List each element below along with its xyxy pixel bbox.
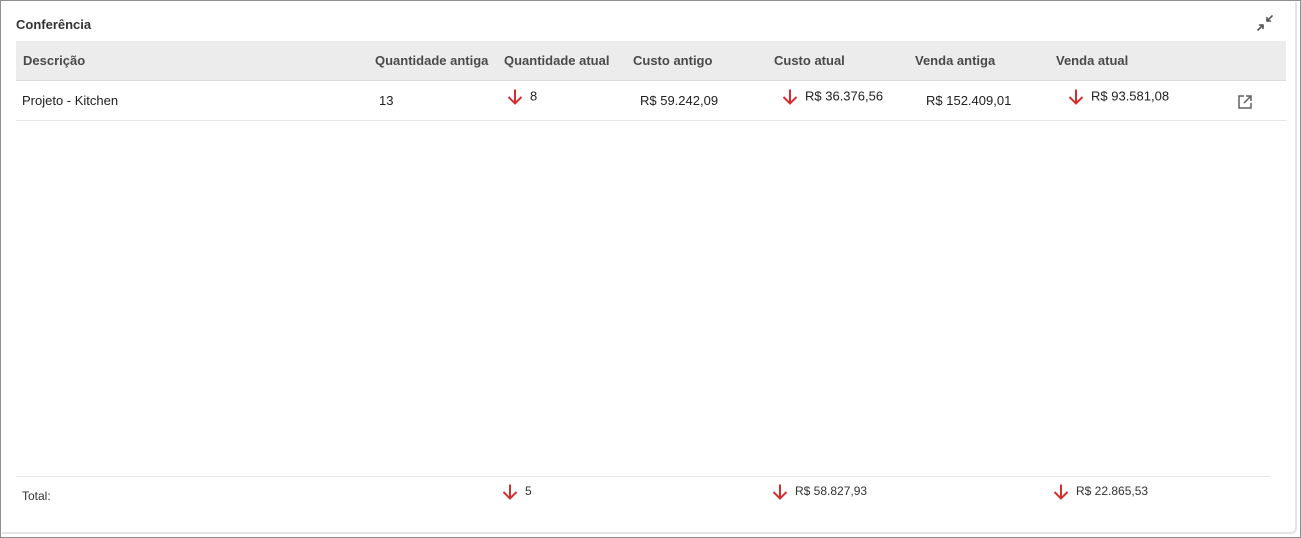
total-custo: R$ 58.827,93 [771,483,867,501]
header-venda-atual[interactable]: Venda atual [1056,53,1128,68]
cell-venda-atual: R$ 93.581,08 [1067,88,1169,106]
arrow-down-icon [771,483,789,501]
arrow-down-icon [1052,483,1070,501]
header-custo-antigo[interactable]: Custo antigo [633,53,712,68]
arrow-down-icon [506,88,524,106]
header-quantidade-atual[interactable]: Quantidade atual [504,53,609,68]
total-quantidade: 5 [501,483,532,501]
cell-custo-atual: R$ 36.376,56 [781,88,883,106]
header-venda-antiga[interactable]: Venda antiga [915,53,995,68]
cell-custo-atual-value: R$ 36.376,56 [805,88,884,104]
header-quantidade-antiga[interactable]: Quantidade antiga [375,53,488,68]
conferencia-panel: Conferência Descrição Quantidade antiga … [0,0,1301,538]
arrow-down-icon [781,88,799,106]
cell-quantidade-atual: 8 [506,88,537,106]
cell-quantidade-antiga: 13 [379,93,394,108]
cell-venda-atual-value: R$ 93.581,08 [1091,88,1170,104]
table-header: Descrição Quantidade antiga Quantidade a… [16,41,1286,81]
panel-title: Conferência [16,17,92,32]
total-label: Total: [22,489,51,503]
total-venda-value: R$ 22.865,53 [1076,484,1149,499]
panel-body: Conferência Descrição Quantidade antiga … [2,2,1297,534]
total-quantidade-value: 5 [525,484,532,499]
header-custo-atual[interactable]: Custo atual [774,53,845,68]
cell-quantidade-atual-value: 8 [530,88,538,104]
collapse-icon[interactable] [1255,13,1275,33]
table-row: Projeto - Kitchen 13 8 R$ 59.242,09 R$ 3… [16,81,1286,121]
arrow-down-icon [1067,88,1085,106]
cell-descricao: Projeto - Kitchen [22,93,119,108]
cell-custo-antigo: R$ 59.242,09 [640,93,719,108]
arrow-down-icon [501,483,519,501]
total-row: Total: 5 R$ 58.827,93 R$ 22.865,53 [16,476,1270,513]
total-custo-value: R$ 58.827,93 [795,484,868,499]
open-in-new-icon[interactable] [1237,94,1253,110]
header-descricao[interactable]: Descrição [23,53,85,68]
cell-venda-antiga: R$ 152.409,01 [926,93,1012,108]
total-venda: R$ 22.865,53 [1052,483,1148,501]
conferencia-table: Descrição Quantidade antiga Quantidade a… [16,41,1286,121]
